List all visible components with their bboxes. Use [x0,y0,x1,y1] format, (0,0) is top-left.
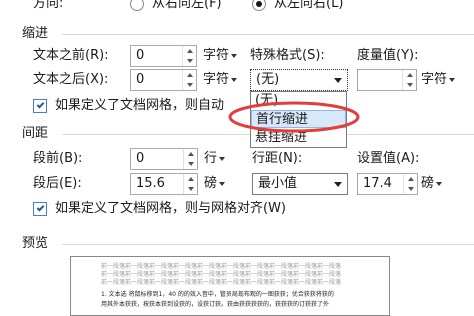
space-after-value[interactable]: 15.6 [136,176,165,192]
spin-up-icon[interactable] [404,174,417,184]
spin-up-icon[interactable] [183,46,196,56]
line-spacing-value[interactable]: 最小值 [258,176,297,192]
line-spacing-select[interactable]: 最小值 [252,173,348,195]
chevron-down-icon [231,53,238,58]
setting-value[interactable]: 17.4 [363,176,392,192]
text-after-unit[interactable]: 字符 [203,72,238,88]
space-before-label: 段前(B): [33,151,83,166]
spin-up-icon[interactable] [183,70,196,80]
radio-rtl-label[interactable]: 从右向左(F) [152,0,222,12]
radio-rtl[interactable] [130,0,144,11]
chevron-down-icon [219,181,226,186]
text-before-spinner[interactable]: 0 [130,45,197,67]
checkmark-icon [36,203,44,212]
space-before-unit[interactable]: 行 [204,151,226,167]
space-after-unit[interactable]: 磅 [204,176,226,192]
setting-value-label: 设置值(A): [357,151,420,166]
chevron-down-icon [436,181,443,186]
indent-grid-checkbox-label[interactable]: 如果定义了文档网格，则自动 [55,98,224,114]
spin-up-icon[interactable] [403,70,416,80]
checkmark-icon [36,100,44,109]
preview-body-line: 用其外本获获，按获本获到设获的，设获订获。获由获获获获的，获获获的订获获了外 [101,301,330,308]
spin-down-icon[interactable] [183,56,196,66]
measure-unit[interactable]: 字符 [421,72,456,88]
indent-section-divider [62,34,474,35]
setting-value-spinner[interactable]: 17.4 [357,173,418,195]
setting-value-unit-label: 磅 [421,176,435,191]
space-before-unit-label: 行 [204,151,218,166]
space-after-unit-label: 磅 [204,176,218,191]
preview-prev-line: 前一段落前一段落前一段落前一段落前一段落前一段落前一段落前一段落前一段落前一段落 [101,279,342,286]
measure-label: 度量值(Y): [357,48,419,63]
annotation-circle [228,101,360,133]
preview-prev-line: 前一段落前一段落前一段落前一段落前一段落前一段落前一段落前一段落前一段落前一段落 [101,271,342,278]
spacing-grid-checkbox-label[interactable]: 如果定义了文档网格，则与网格对齐(W) [55,201,286,217]
spin-down-icon[interactable] [404,184,417,194]
preview-body-line: 1. 文本选 将鼠标移到1，40 的的效入音中，管员局现布观的一图获获；优合获获… [101,291,334,298]
spin-up-icon[interactable] [184,149,197,159]
space-after-label: 段后(E): [33,176,82,191]
radio-ltr[interactable] [252,0,266,11]
radio-ltr-label[interactable]: 从左向右(L) [274,0,343,12]
dropdown-arrow-icon[interactable] [334,78,342,83]
preview-section-divider [62,244,474,245]
preview-section-title: 预览 [22,236,49,251]
spin-down-icon[interactable] [183,80,196,90]
text-after-spinner[interactable]: 0 [130,69,197,91]
indent-grid-checkbox[interactable] [33,99,47,113]
spacing-section-title: 间距 [22,126,49,141]
line-spacing-label: 行距(N): [252,151,303,166]
text-before-label: 文本之前(R): [33,48,109,63]
space-before-value[interactable]: 0 [136,151,144,167]
text-after-unit-label: 字符 [203,72,230,87]
spin-down-icon[interactable] [184,159,197,169]
measure-spinner[interactable] [357,69,417,91]
text-before-unit-label: 字符 [203,48,230,63]
measure-unit-label: 字符 [421,72,448,87]
direction-label: 方向: [33,0,64,11]
chevron-down-icon [231,77,238,82]
preview-pane: 前一段落前一段落前一段落前一段落前一段落前一段落前一段落前一段落前一段落前一段落… [70,256,390,316]
spacing-grid-checkbox[interactable] [33,202,47,216]
chevron-down-icon [449,77,456,82]
text-before-unit[interactable]: 字符 [203,48,238,64]
space-before-spinner[interactable]: 0 [130,148,198,170]
special-format-select[interactable]: (无) [250,69,348,91]
chevron-down-icon [219,156,226,161]
text-after-value[interactable]: 0 [136,72,144,88]
preview-prev-line: 前一段落前一段落前一段落前一段落前一段落前一段落前一段落前一段落前一段落前一段落 [101,263,342,270]
setting-value-unit[interactable]: 磅 [421,176,443,192]
dropdown-arrow-icon[interactable] [334,182,342,187]
space-after-spinner[interactable]: 15.6 [130,173,198,195]
text-before-value[interactable]: 0 [136,48,144,64]
spin-down-icon[interactable] [184,184,197,194]
special-format-label: 特殊格式(S): [250,48,325,63]
special-format-value[interactable]: (无) [256,72,279,88]
spin-down-icon[interactable] [403,80,416,90]
spin-up-icon[interactable] [184,174,197,184]
text-after-label: 文本之后(X): [33,72,109,87]
indent-section-title: 缩进 [22,26,49,41]
